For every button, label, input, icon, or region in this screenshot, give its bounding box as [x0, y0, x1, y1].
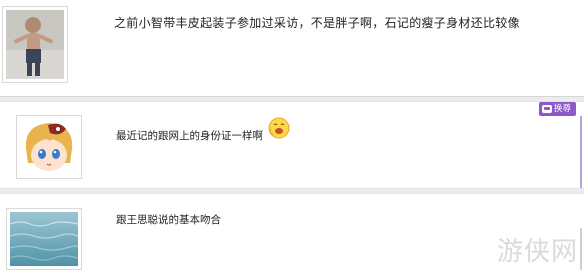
right-rule	[580, 228, 582, 270]
water-avatar-image	[10, 212, 78, 266]
post-text: 之前小智带丰皮起装子参加过采访，不是胖子啊，石记的瘦子身材还比较像	[114, 16, 520, 30]
badge-rule	[580, 116, 582, 188]
avatar[interactable]	[6, 208, 82, 270]
user-photo	[6, 10, 64, 79]
site-watermark: 游侠网	[496, 237, 578, 267]
post-item-2: 最近记的跟网上的身份证一样啊	[0, 101, 584, 189]
post-text: 跟王思聪说的基本吻合	[116, 214, 221, 226]
avatar[interactable]	[16, 115, 82, 179]
post-item-1: 之前小智带丰皮起装子参加过采访，不是胖子啊，石记的瘦子身材还比较像	[0, 0, 584, 97]
badge[interactable]: 换尊	[538, 102, 576, 116]
grinning-emoji-icon	[268, 117, 290, 139]
badge-icon	[541, 105, 552, 113]
post-text: 最近记的跟网上的身份证一样啊	[116, 130, 263, 142]
anime-avatar-image	[20, 119, 78, 175]
avatar[interactable]	[2, 6, 68, 83]
badge-label: 换尊	[553, 104, 571, 114]
